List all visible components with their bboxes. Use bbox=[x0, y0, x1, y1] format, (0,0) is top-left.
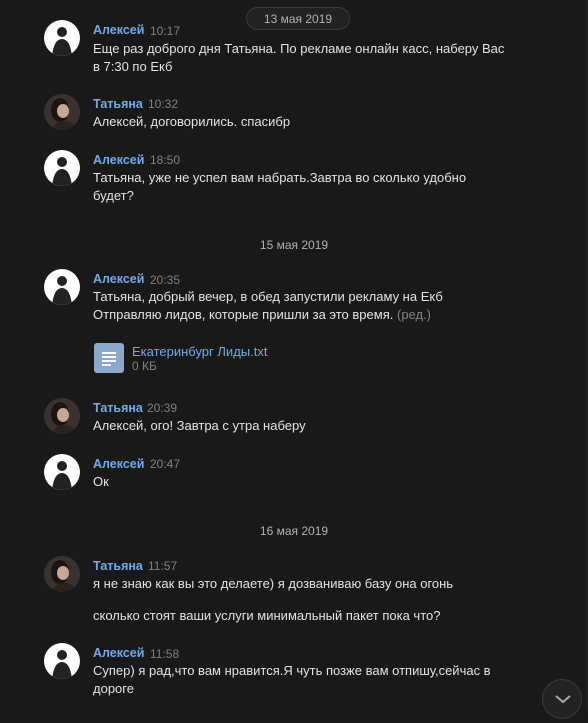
message-time[interactable]: 10:32 bbox=[148, 97, 178, 111]
date-separator: 16 мая 2019 bbox=[259, 524, 329, 538]
document-icon[interactable] bbox=[94, 343, 124, 373]
message-line: я не знаю как вы это делаете) я дозванив… bbox=[93, 576, 454, 591]
message-line: Супер) я рад,что вам нравится.Я чуть поз… bbox=[93, 663, 491, 678]
avatar-alexey[interactable] bbox=[44, 20, 80, 56]
message-author[interactable]: Алексей bbox=[93, 272, 144, 286]
message-author[interactable]: Татьяна bbox=[93, 559, 143, 573]
message-line: будет? bbox=[93, 188, 134, 203]
avatar-tatiana[interactable] bbox=[44, 94, 80, 130]
message-author[interactable]: Алексей bbox=[93, 23, 144, 37]
avatar-alexey[interactable] bbox=[44, 454, 80, 490]
message-line: Алексей, ого! Завтра с утра наберу bbox=[93, 418, 306, 433]
message-line: дороге bbox=[93, 681, 134, 696]
message-text: я не знаю как вы это делаете) я дозванив… bbox=[93, 575, 533, 625]
message-text: Алексей, договорились. спасибр bbox=[93, 113, 533, 131]
message-text: Супер) я рад,что вам нравится.Я чуть поз… bbox=[93, 662, 533, 698]
message-time[interactable]: 20:35 bbox=[150, 273, 180, 287]
avatar-tatiana[interactable] bbox=[44, 398, 80, 434]
message-text: Татьяна, добрый вечер, в обед запустили … bbox=[93, 288, 533, 324]
message-line: Татьяна, уже не успел вам набрать.Завтра… bbox=[93, 170, 467, 185]
message-line: сколько стоят ваши услуги минимальный па… bbox=[93, 608, 441, 623]
message-author[interactable]: Алексей bbox=[93, 457, 144, 471]
message-text: Ок bbox=[93, 473, 533, 491]
message-line: в 7:30 по Екб bbox=[93, 59, 173, 74]
message-author[interactable]: Татьяна bbox=[93, 401, 143, 415]
message-line: Отправляю лидов, которые пришли за это в… bbox=[93, 306, 533, 324]
attachment-name[interactable]: Екатеринбург Лиды.txt bbox=[132, 344, 267, 359]
message-author[interactable]: Алексей bbox=[93, 646, 144, 660]
message-author[interactable]: Татьяна bbox=[93, 97, 143, 111]
avatar-tatiana[interactable] bbox=[44, 556, 80, 592]
message-line: Ок bbox=[93, 474, 109, 489]
edited-label[interactable]: (ред.) bbox=[397, 307, 431, 322]
message-text: Еще раз доброго дня Татьяна. По рекламе … bbox=[93, 40, 533, 76]
message-time[interactable]: 20:39 bbox=[147, 401, 177, 415]
message-time[interactable]: 18:50 bbox=[150, 153, 180, 167]
date-separator: 13 мая 2019 bbox=[246, 7, 350, 30]
message-line: Татьяна, добрый вечер, в обед запустили … bbox=[93, 289, 443, 304]
avatar-alexey[interactable] bbox=[44, 150, 80, 186]
message-text: Татьяна, уже не успел вам набрать.Завтра… bbox=[93, 169, 533, 205]
scroll-down-button[interactable] bbox=[542, 679, 582, 719]
message-time[interactable]: 10:17 bbox=[150, 24, 180, 38]
message-author[interactable]: Алексей bbox=[93, 153, 144, 167]
message-text: Алексей, ого! Завтра с утра наберу bbox=[93, 417, 533, 435]
date-separator: 15 мая 2019 bbox=[259, 238, 329, 252]
message-time[interactable]: 11:57 bbox=[148, 559, 177, 573]
message-line: Еще раз доброго дня Татьяна. По рекламе … bbox=[93, 41, 505, 56]
avatar-alexey[interactable] bbox=[44, 643, 80, 679]
message-line-text: Отправляю лидов, которые пришли за это в… bbox=[93, 307, 394, 322]
message-line: Алексей, договорились. спасибр bbox=[93, 114, 291, 129]
message-time[interactable]: 11:58 bbox=[150, 647, 179, 661]
avatar-alexey[interactable] bbox=[44, 269, 80, 305]
message-time[interactable]: 20:47 bbox=[150, 457, 180, 471]
attachment-size: 0 КБ bbox=[132, 359, 157, 373]
chevron-down-icon bbox=[555, 695, 571, 704]
